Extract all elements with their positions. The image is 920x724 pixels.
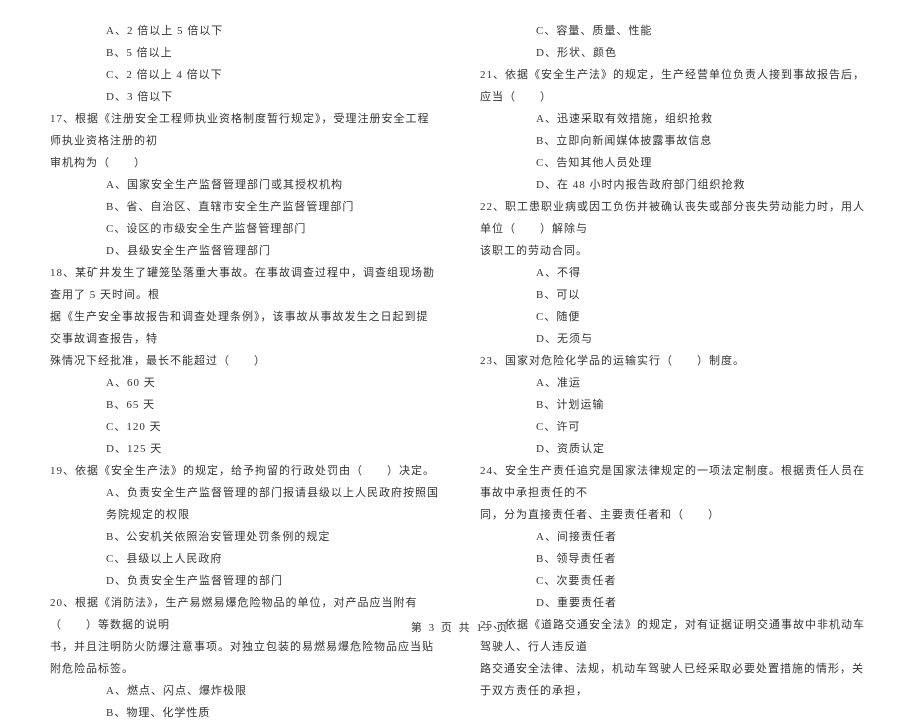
- option: A、2 倍以上 5 倍以下: [50, 20, 440, 42]
- question-22-cont: 该职工的劳动合同。: [480, 240, 870, 262]
- question-17-cont: 审机构为（ ）: [50, 152, 440, 174]
- page-content: A、2 倍以上 5 倍以下 B、5 倍以上 C、2 倍以上 4 倍以下 D、3 …: [0, 0, 920, 605]
- option: C、随便: [480, 306, 870, 328]
- option: B、物理、化学性质: [50, 702, 440, 724]
- question-18-cont: 据《生产安全事故报告和调查处理条例》，该事故从事故发生之日起到提交事故调查报告，…: [50, 306, 440, 350]
- option: A、准运: [480, 372, 870, 394]
- option: B、65 天: [50, 394, 440, 416]
- option: D、形状、颜色: [480, 42, 870, 64]
- option: D、在 48 小时内报告政府部门组织抢救: [480, 174, 870, 196]
- option: D、125 天: [50, 438, 440, 460]
- question-17: 17、根据《注册安全工程师执业资格制度暂行规定》，受理注册安全工程师执业资格注册…: [50, 108, 440, 152]
- option: C、许可: [480, 416, 870, 438]
- option: D、负责安全生产监督管理的部门: [50, 570, 440, 592]
- question-21: 21、依据《安全生产法》的规定，生产经营单位负责人接到事故报告后，应当（ ）: [480, 64, 870, 108]
- question-24-cont: 同，分为直接责任者、主要责任者和（ ）: [480, 504, 870, 526]
- option: C、容量、质量、性能: [480, 20, 870, 42]
- option: C、次要责任者: [480, 570, 870, 592]
- option: C、告知其他人员处理: [480, 152, 870, 174]
- option: B、立即向新闻媒体披露事故信息: [480, 130, 870, 152]
- page-footer: 第 3 页 共 13 页: [0, 619, 920, 635]
- option: C、2 倍以上 4 倍以下: [50, 64, 440, 86]
- option: A、国家安全生产监督管理部门或其授权机构: [50, 174, 440, 196]
- question-18-cont: 殊情况下经批准，最长不能超过（ ）: [50, 350, 440, 372]
- option: C、县级以上人民政府: [50, 548, 440, 570]
- question-23: 23、国家对危险化学品的运输实行（ ）制度。: [480, 350, 870, 372]
- question-20-cont: 书，并且注明防火防爆注意事项。对独立包装的易燃易爆危险物品应当贴附危险品标签。: [50, 636, 440, 680]
- option: B、可以: [480, 284, 870, 306]
- option: B、省、自治区、直辖市安全生产监督管理部门: [50, 196, 440, 218]
- option: A、负责安全生产监督管理的部门报请县级以上人民政府按照国务院规定的权限: [50, 482, 440, 526]
- option: D、无须与: [480, 328, 870, 350]
- option: B、领导责任者: [480, 548, 870, 570]
- option: A、不得: [480, 262, 870, 284]
- option: A、燃点、闪点、爆炸极限: [50, 680, 440, 702]
- option: D、3 倍以下: [50, 86, 440, 108]
- question-22: 22、职工患职业病或因工负伤并被确认丧失或部分丧失劳动能力时，用人单位（ ）解除…: [480, 196, 870, 240]
- question-24: 24、安全生产责任追究是国家法律规定的一项法定制度。根据责任人员在事故中承担责任…: [480, 460, 870, 504]
- option: B、计划运输: [480, 394, 870, 416]
- option: A、间接责任者: [480, 526, 870, 548]
- option: A、60 天: [50, 372, 440, 394]
- option: C、120 天: [50, 416, 440, 438]
- option: D、重要责任者: [480, 592, 870, 614]
- question-25-cont: 路交通安全法律、法规，机动车驾驶人已经采取必要处置措施的情形，关于双方责任的承担…: [480, 658, 870, 702]
- question-19: 19、依据《安全生产法》的规定，给予拘留的行政处罚由（ ）决定。: [50, 460, 440, 482]
- left-column: A、2 倍以上 5 倍以下 B、5 倍以上 C、2 倍以上 4 倍以下 D、3 …: [40, 20, 460, 605]
- option: C、设区的市级安全生产监督管理部门: [50, 218, 440, 240]
- option: B、5 倍以上: [50, 42, 440, 64]
- right-column: C、容量、质量、性能 D、形状、颜色 21、依据《安全生产法》的规定，生产经营单…: [460, 20, 880, 605]
- option: D、资质认定: [480, 438, 870, 460]
- option: B、公安机关依照治安管理处罚条例的规定: [50, 526, 440, 548]
- option: D、县级安全生产监督管理部门: [50, 240, 440, 262]
- question-18: 18、某矿井发生了罐笼坠落重大事故。在事故调查过程中，调查组现场勘查用了 5 天…: [50, 262, 440, 306]
- option: A、迅速采取有效措施，组织抢救: [480, 108, 870, 130]
